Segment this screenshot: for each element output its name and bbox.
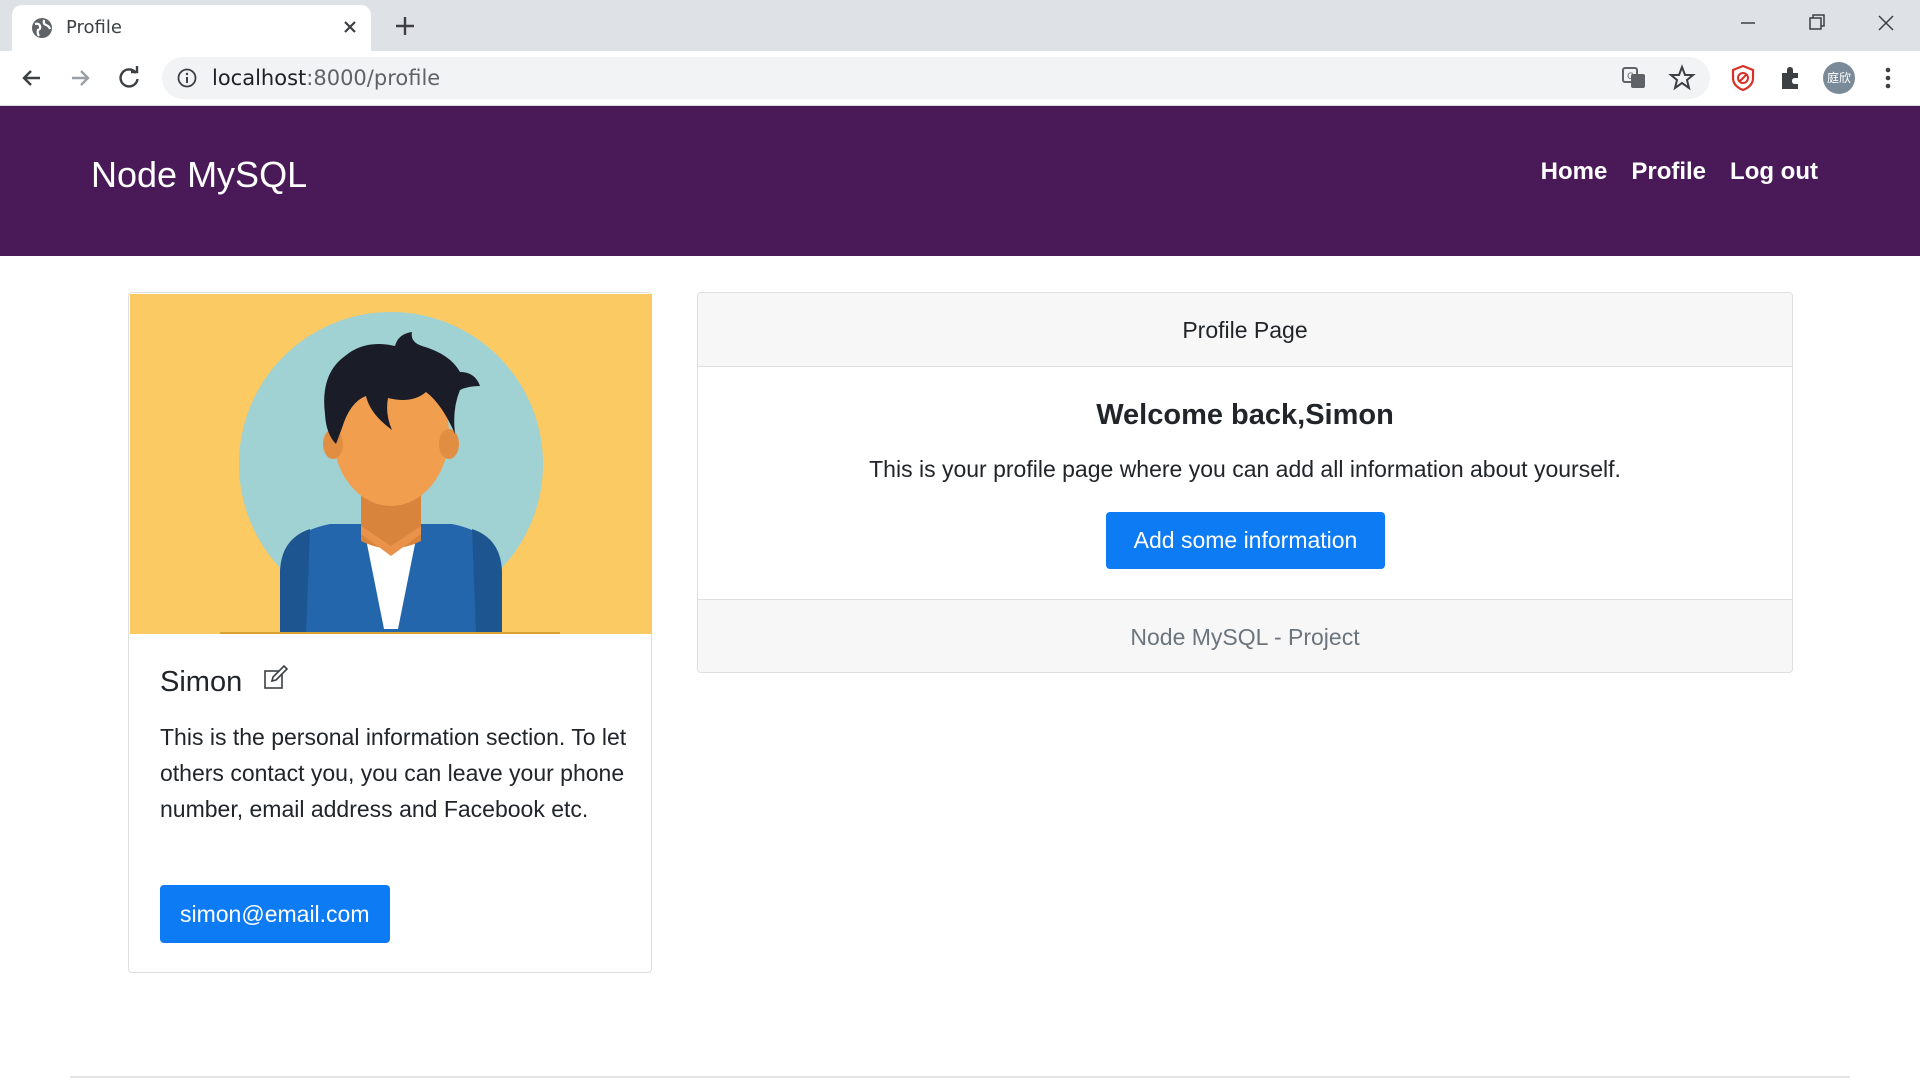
email-button[interactable]: simon@email.com (160, 885, 390, 943)
profile-card: Simon This is the personal information s… (128, 292, 652, 973)
url-text[interactable]: localhost:8000/profile (212, 66, 440, 90)
url-host: localhost (212, 66, 307, 90)
address-bar[interactable]: localhost:8000/profile G (162, 57, 1710, 99)
nav-logout[interactable]: Log out (1730, 158, 1818, 186)
minimize-icon[interactable] (1730, 8, 1766, 38)
tab-title: Profile (66, 17, 122, 38)
card-description: This is your profile page where you can … (869, 456, 1621, 482)
profile-avatar[interactable]: 庭欣 (1823, 62, 1855, 94)
brand-logo[interactable]: Node MySQL (91, 154, 307, 196)
new-tab-icon[interactable] (390, 11, 420, 41)
avatar-illustration (130, 294, 652, 634)
translate-icon[interactable]: G (1618, 62, 1650, 94)
browser-toolbar: localhost:8000/profile G 庭欣 (0, 51, 1920, 106)
browser-tab[interactable]: Profile (12, 5, 371, 51)
bookmark-star-icon[interactable] (1666, 62, 1698, 94)
globe-icon (32, 18, 52, 38)
bottom-divider (70, 1076, 1850, 1078)
main-card: Profile Page Welcome back,Simon This is … (697, 292, 1793, 673)
url-path: :8000/profile (306, 66, 441, 90)
site-navbar: Node MySQL Home Profile Log out (0, 106, 1920, 256)
profile-description: This is the personal information section… (160, 724, 627, 822)
reload-icon[interactable] (113, 62, 145, 94)
restore-icon[interactable] (1798, 8, 1834, 38)
profile-name: Simon (160, 666, 243, 698)
nav-profile[interactable]: Profile (1631, 158, 1706, 186)
nav-links: Home Profile Log out (1541, 158, 1818, 186)
card-header: Profile Page (698, 293, 1792, 367)
info-icon[interactable] (176, 67, 198, 89)
svg-text:G: G (1627, 72, 1634, 82)
welcome-title: Welcome back,Simon (1096, 399, 1394, 431)
menu-dots-icon[interactable] (1872, 62, 1904, 94)
close-tab-icon[interactable] (337, 14, 363, 40)
extensions-puzzle-icon[interactable] (1775, 62, 1807, 94)
add-information-button[interactable]: Add some information (1106, 512, 1385, 569)
browser-tabstrip: Profile (0, 0, 1920, 51)
card-footer: Node MySQL - Project (698, 599, 1792, 672)
close-window-icon[interactable] (1868, 8, 1904, 38)
shield-extension-icon[interactable] (1727, 62, 1759, 94)
nav-home[interactable]: Home (1541, 158, 1608, 186)
forward-icon[interactable] (64, 62, 96, 94)
edit-icon[interactable] (263, 665, 289, 691)
back-icon[interactable] (16, 62, 48, 94)
